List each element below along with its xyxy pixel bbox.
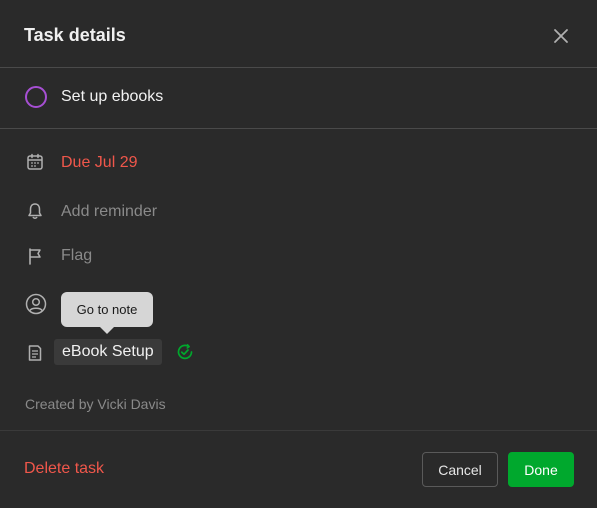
task-name[interactable]: Set up ebooks [61, 88, 163, 106]
go-to-note-tooltip: Go to note [61, 292, 153, 334]
done-button[interactable]: Done [508, 452, 574, 487]
reminder-row[interactable]: Add reminder [0, 194, 597, 228]
due-date-row[interactable]: Due Jul 29 [0, 145, 597, 179]
dialog-title: Task details [24, 25, 126, 45]
flag-icon [29, 248, 41, 265]
dialog-footer: Delete task Cancel Done [0, 430, 597, 508]
note-link[interactable]: eBook Setup [54, 339, 162, 365]
due-date-label: Due Jul 29 [61, 154, 138, 171]
task-row: Set up ebooks [0, 68, 597, 129]
user-circle-icon [25, 293, 47, 315]
sync-check-icon [177, 344, 193, 360]
created-by-text: Created by Vicki Davis [25, 396, 166, 412]
close-button[interactable] [551, 26, 571, 46]
dialog-header: Task details [0, 0, 597, 68]
task-complete-checkbox[interactable] [25, 86, 47, 108]
bell-icon [28, 203, 42, 219]
flag-row[interactable]: Flag [0, 238, 597, 272]
flag-label: Flag [61, 247, 93, 264]
add-reminder-label: Add reminder [61, 203, 158, 220]
calendar-icon [27, 153, 43, 170]
note-icon [28, 345, 42, 361]
close-icon [554, 29, 568, 43]
cancel-button[interactable]: Cancel [422, 452, 498, 487]
delete-task-button[interactable]: Delete task [24, 460, 104, 478]
task-details-dialog: Task details Set up ebooks Due Jul 29 Ad… [0, 0, 597, 508]
